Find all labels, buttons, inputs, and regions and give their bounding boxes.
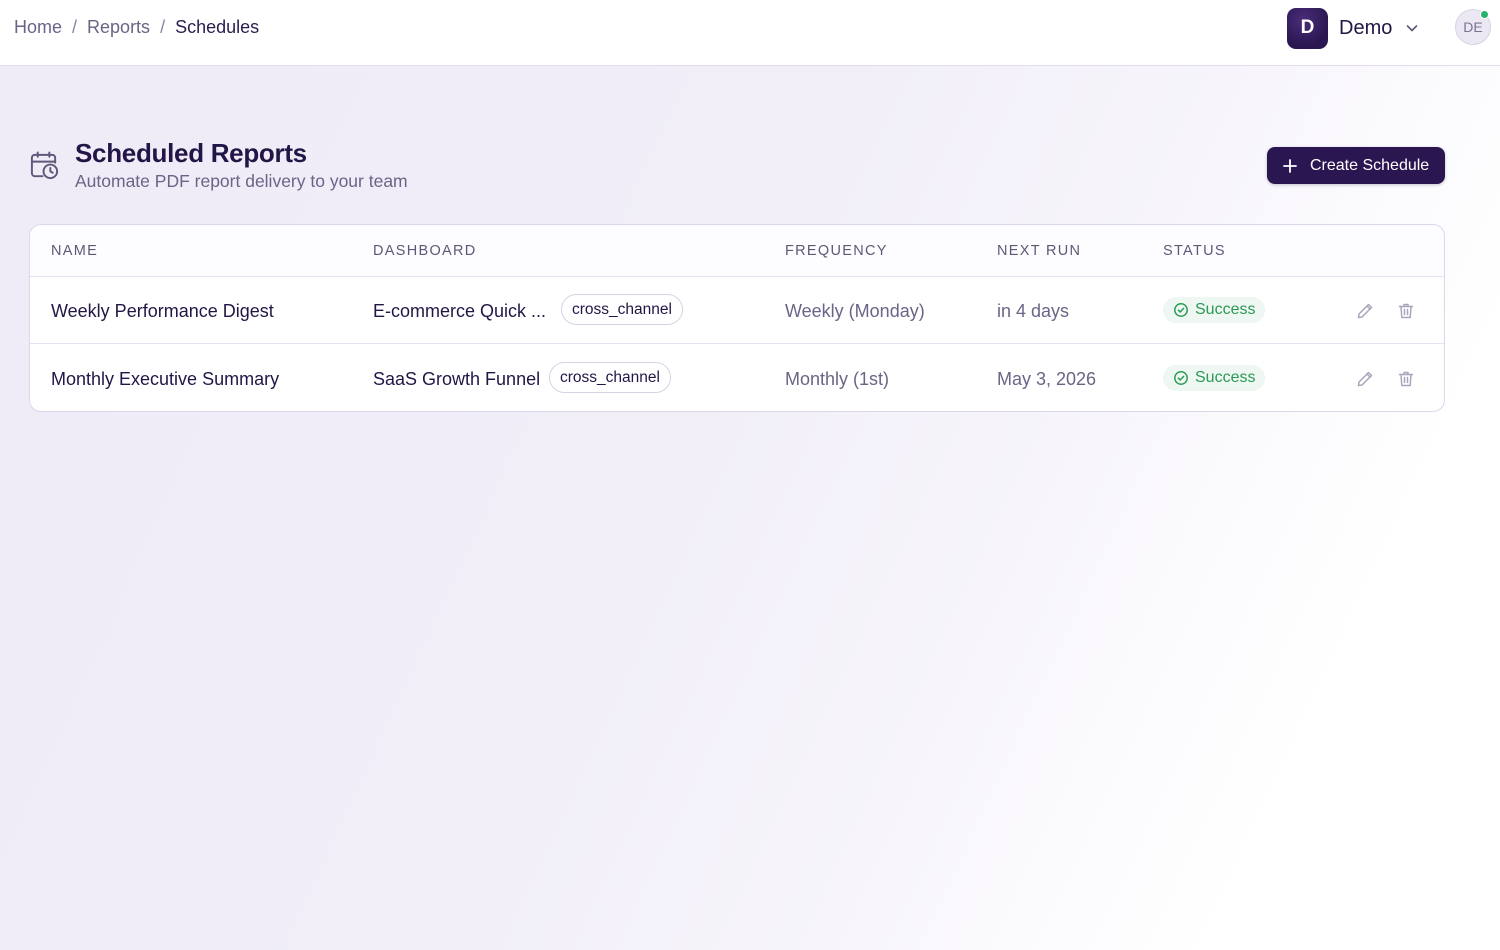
trash-icon[interactable] [1396,301,1416,321]
pencil-icon[interactable] [1355,301,1375,321]
column-header-frequency: FREQUENCY [785,243,888,259]
schedule-name: Weekly Performance Digest [51,301,274,321]
breadcrumb-reports[interactable]: Reports [87,17,150,38]
workspace-avatar: D [1287,7,1328,49]
page-subtitle: Automate PDF report delivery to your tea… [75,171,408,191]
breadcrumb-schedules: Schedules [175,17,260,37]
workspace-name: Demo [1339,16,1393,39]
plus-icon [1282,158,1298,174]
breadcrumb-separator: / [160,17,166,37]
schedule-name: Monthly Executive Summary [51,369,280,389]
status-label: Success [1195,369,1256,386]
next-run: May 3, 2026 [997,369,1097,389]
column-header-name: NAME [51,243,99,259]
pencil-icon[interactable] [1355,369,1375,389]
calendar-clock-icon [29,150,60,181]
trash-icon[interactable] [1396,369,1416,389]
check-circle-icon [1173,302,1189,318]
dashboard-tag: cross_channel [549,362,671,393]
status-label: Success [1195,301,1256,318]
workspace-switcher[interactable]: D Demo [1287,7,1420,49]
create-schedule-label: Create Schedule [1310,156,1430,174]
top-bar: Home / Reports / Schedules D Demo DE [0,0,1500,66]
schedules-table: NAME DASHBOARD FREQUENCY NEXT RUN STATUS… [29,224,1445,412]
column-header-next-run: NEXT RUN [997,243,1082,259]
breadcrumb: Home / Reports / Schedules [14,17,259,38]
page-title: Scheduled Reports [75,138,307,168]
online-status-dot [1480,10,1489,19]
table-row[interactable]: Monthly Executive Summary SaaS Growth Fu… [30,345,1444,411]
frequency: Weekly (Monday) [785,301,925,321]
table-header: NAME DASHBOARD FREQUENCY NEXT RUN STATUS [30,225,1444,277]
next-run: in 4 days [997,301,1070,321]
frequency: Monthly (1st) [785,369,890,389]
status-badge: Success [1163,365,1266,391]
column-header-dashboard: DASHBOARD [373,243,477,259]
dashboard-name: E-commerce Quick ... [373,301,547,321]
chevron-down-icon [1404,20,1420,36]
status-badge: Success [1163,297,1266,323]
breadcrumb-separator: / [72,17,78,37]
create-schedule-button[interactable]: Create Schedule [1267,147,1445,184]
check-circle-icon [1173,370,1189,386]
dashboard-tag: cross_channel [561,294,683,325]
breadcrumb-home[interactable]: Home [14,17,62,38]
dashboard-name: SaaS Growth Funnel [373,369,541,389]
table-row[interactable]: Weekly Performance Digest E-commerce Qui… [30,277,1444,344]
column-header-status: STATUS [1163,243,1226,259]
